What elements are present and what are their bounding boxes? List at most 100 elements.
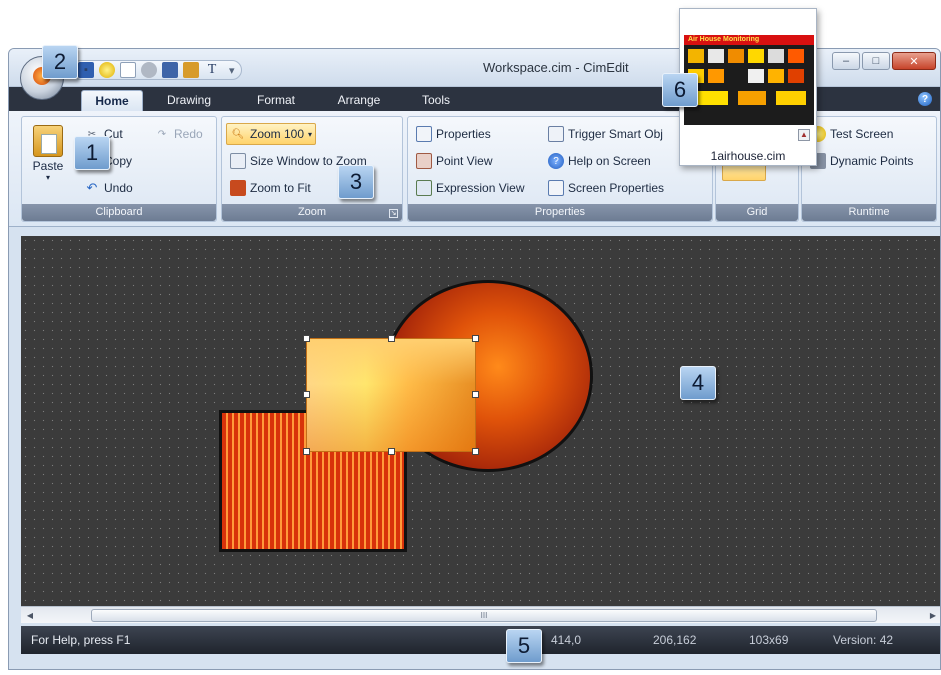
window-title: Workspace.cim - CimEdit bbox=[483, 60, 629, 75]
properties-group: Properties Point View Expression View Tr… bbox=[407, 116, 713, 222]
horizontal-scrollbar[interactable]: ◀ III ▶ bbox=[21, 606, 940, 623]
zoom-fit-label: Zoom to Fit bbox=[250, 181, 311, 195]
tab-drawing[interactable]: Drawing bbox=[157, 90, 221, 111]
runtime-group: Test Screen Dynamic Points Runtime bbox=[801, 116, 937, 222]
clipboard-icon bbox=[33, 125, 63, 157]
thumbnail-tile bbox=[748, 49, 764, 63]
customize-toolbar-icon[interactable]: ▾ bbox=[229, 64, 235, 77]
selection-handle[interactable] bbox=[388, 448, 395, 455]
tab-tools[interactable]: Tools bbox=[411, 90, 461, 111]
clipboard-group-label: Clipboard bbox=[22, 204, 216, 221]
settings-icon[interactable] bbox=[183, 62, 199, 78]
thumbnail-tile bbox=[768, 69, 784, 83]
trigger-smart-label: Trigger Smart Obj bbox=[568, 127, 663, 141]
thumbnail-tile bbox=[738, 91, 766, 105]
tab-arrange[interactable]: Arrange bbox=[327, 90, 391, 111]
pin-icon[interactable]: ▲ bbox=[798, 129, 810, 141]
zoom-to-fit-button[interactable]: Zoom to Fit bbox=[230, 177, 311, 199]
zoom-100-label: Zoom 100 bbox=[250, 127, 305, 141]
scroll-right-icon[interactable]: ▶ bbox=[926, 609, 940, 622]
help-on-screen-button[interactable]: ? Help on Screen bbox=[548, 150, 651, 172]
screen-thumbnail-image: Air House Monitoring bbox=[684, 35, 814, 125]
chevron-down-icon[interactable]: ▾ bbox=[308, 130, 312, 139]
print-icon[interactable] bbox=[141, 62, 157, 78]
status-version: Version: 42 bbox=[833, 633, 894, 647]
screen-properties-icon bbox=[548, 180, 564, 196]
callout-badge-6: 6 bbox=[662, 73, 698, 107]
screen-thumbnail-popup[interactable]: Air House Monitoring ▲ 1airhouse.cim bbox=[679, 8, 817, 166]
status-help-text: For Help, press F1 bbox=[31, 633, 131, 647]
trigger-icon bbox=[548, 126, 564, 142]
trigger-smart-object-button[interactable]: Trigger Smart Obj bbox=[548, 123, 663, 145]
zoom-group: 🔍︎ Zoom 100 ▾ Size Window to Zoom Zoom t… bbox=[221, 116, 403, 222]
test-screen-label: Test Screen bbox=[830, 127, 894, 141]
grid-group-label: Grid bbox=[716, 204, 798, 221]
save-icon[interactable]: ▪ bbox=[78, 62, 94, 78]
status-position-origin: 414,0 bbox=[551, 633, 582, 647]
thumbnail-tile bbox=[788, 69, 804, 83]
new-document-icon[interactable] bbox=[120, 62, 136, 78]
drawing-canvas[interactable] bbox=[21, 236, 940, 606]
callout-badge-4: 4 bbox=[680, 366, 716, 400]
test-screen-button[interactable]: Test Screen bbox=[810, 123, 893, 145]
scroll-thumb[interactable]: III bbox=[91, 609, 877, 622]
selection-handle[interactable] bbox=[472, 448, 479, 455]
screen-properties-label: Screen Properties bbox=[568, 181, 665, 195]
properties-button[interactable]: Properties bbox=[416, 123, 491, 145]
dynamic-points-button[interactable]: Dynamic Points bbox=[810, 150, 913, 172]
thumbnail-tile bbox=[698, 91, 728, 105]
redo-icon: ↷ bbox=[157, 128, 167, 140]
dialog-launcher-icon[interactable]: ↘ bbox=[389, 209, 398, 218]
thumbnail-caption: 1airhouse.cim bbox=[710, 149, 786, 163]
help-on-screen-label: Help on Screen bbox=[568, 154, 651, 168]
zoom-100-button[interactable]: 🔍︎ Zoom 100 ▾ bbox=[226, 123, 317, 145]
callout-badge-3: 3 bbox=[338, 165, 374, 199]
point-view-button[interactable]: Point View bbox=[416, 150, 492, 172]
paste-button[interactable]: Paste ▾ bbox=[30, 125, 66, 183]
help-circle-icon: ? bbox=[548, 153, 564, 169]
thumbnail-tile bbox=[776, 91, 806, 105]
redo-label: Redo bbox=[174, 127, 203, 141]
status-cursor-position: 206,162 bbox=[653, 633, 697, 647]
maximize-icon[interactable]: □ bbox=[862, 52, 890, 70]
selected-cylinder-shape[interactable] bbox=[306, 338, 476, 452]
selection-handle[interactable] bbox=[388, 335, 395, 342]
undo-button[interactable]: ↶ Undo bbox=[84, 177, 133, 199]
clipboard-group: Paste ▾ ✂ Cut ↷ Redo Copy ↶ Undo Clipboa… bbox=[21, 116, 217, 222]
tab-format[interactable]: Format bbox=[245, 90, 307, 111]
window-controls: – □ ✕ bbox=[832, 52, 936, 70]
thumbnail-tile bbox=[788, 49, 804, 63]
magnifier-icon: 🔍︎ bbox=[231, 128, 245, 140]
status-selection-size: 103x69 bbox=[749, 633, 789, 647]
selection-handle[interactable] bbox=[303, 448, 310, 455]
selection-handle[interactable] bbox=[472, 391, 479, 398]
thumbnail-banner: Air House Monitoring bbox=[684, 35, 814, 45]
tab-home[interactable]: Home bbox=[81, 90, 143, 111]
close-icon[interactable]: ✕ bbox=[892, 52, 936, 70]
chevron-down-icon: ▾ bbox=[45, 173, 50, 182]
screen-icon[interactable] bbox=[162, 62, 178, 78]
thumbnail-tile bbox=[708, 69, 724, 83]
lightbulb-icon[interactable] bbox=[99, 62, 115, 78]
status-bar: For Help, press F1 414,0 206,162 103x69 … bbox=[21, 626, 940, 654]
expression-view-icon bbox=[416, 180, 432, 196]
selection-handle[interactable] bbox=[303, 335, 310, 342]
selection-handle[interactable] bbox=[303, 391, 310, 398]
properties-group-label: Properties bbox=[408, 204, 712, 221]
scroll-left-icon[interactable]: ◀ bbox=[23, 609, 37, 622]
expression-view-button[interactable]: Expression View bbox=[416, 177, 525, 199]
runtime-group-label: Runtime bbox=[802, 204, 936, 221]
text-icon[interactable]: T bbox=[204, 62, 220, 78]
quick-access-toolbar: ▪ T ▾ bbox=[71, 60, 242, 80]
zoom-window-icon bbox=[230, 153, 246, 169]
help-icon[interactable]: ? bbox=[918, 92, 932, 106]
expression-view-label: Expression View bbox=[436, 181, 525, 195]
thumbnail-tile bbox=[768, 49, 784, 63]
dynamic-points-label: Dynamic Points bbox=[830, 154, 914, 168]
selection-handle[interactable] bbox=[472, 335, 479, 342]
minimize-icon[interactable]: – bbox=[832, 52, 860, 70]
callout-badge-1: 1 bbox=[74, 136, 110, 170]
thumbnail-tile bbox=[748, 69, 764, 83]
redo-button[interactable]: ↷ Redo bbox=[154, 123, 203, 145]
screen-properties-button[interactable]: Screen Properties bbox=[548, 177, 664, 199]
